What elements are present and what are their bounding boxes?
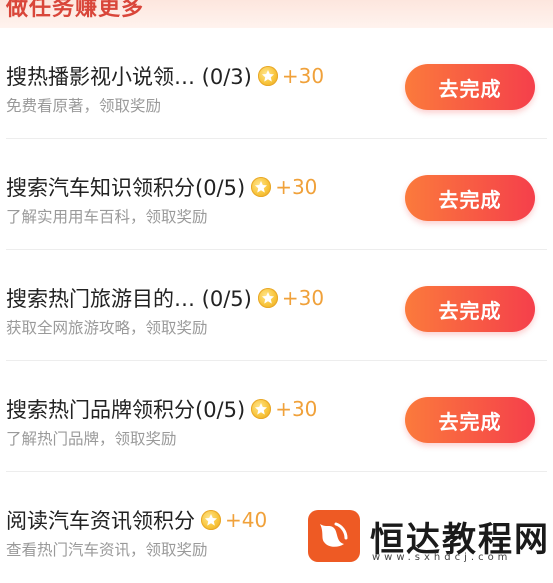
task-title: 搜索汽车知识领积分(0/5) xyxy=(6,176,246,200)
task-title-line: 搜索热门品牌领积分(0/5) +30 xyxy=(6,394,317,424)
go-complete-button[interactable]: 去完成 xyxy=(405,397,535,443)
task-title: 搜热播影视小说领… (0/3) xyxy=(6,65,252,89)
task-title-line: 搜热播影视小说领… (0/3) +30 xyxy=(6,61,324,91)
task-title: 搜索热门品牌领积分(0/5) xyxy=(6,398,246,422)
task-description: 查看热门汽车资讯，领取奖励 xyxy=(6,541,208,559)
go-complete-button[interactable]: 去完成 xyxy=(405,64,535,110)
task-title: 搜索热门旅游目的… (0/5) xyxy=(6,287,252,311)
reward-points: +30 xyxy=(275,175,318,199)
coin-icon xyxy=(257,288,278,308)
reward-points: +30 xyxy=(281,286,325,310)
task-description: 了解实用用车百科，领取奖励 xyxy=(6,208,208,226)
task-row: 搜热播影视小说领… (0/3) +30 免费看原著，领取奖励 去完成 xyxy=(0,28,553,139)
section-header: 做任务赚更多 xyxy=(0,0,553,28)
task-description: 了解热门品牌，领取奖励 xyxy=(6,430,177,448)
go-complete-button[interactable]: 去完成 xyxy=(405,175,535,221)
task-title-line: 搜索热门旅游目的… (0/5) +30 xyxy=(6,283,324,313)
watermark-url: www.sxhdcj.com xyxy=(372,552,512,563)
coin-icon xyxy=(257,66,278,86)
task-row: 搜索热门品牌领积分(0/5) +30 了解热门品牌，领取奖励 去完成 xyxy=(0,361,553,472)
task-list: 搜热播影视小说领… (0/3) +30 免费看原著，领取奖励 去完成 搜索汽车知… xyxy=(0,28,553,583)
reward-points: +40 xyxy=(225,508,268,532)
watermark: 恒达教程网 www.sxhdcj.com xyxy=(300,508,553,568)
task-row: 搜索汽车知识领积分(0/5) +30 了解实用用车百科，领取奖励 去完成 xyxy=(0,139,553,250)
go-complete-button[interactable]: 去完成 xyxy=(405,286,535,332)
fish-logo-icon xyxy=(308,510,360,562)
coin-icon xyxy=(251,399,272,419)
task-title: 阅读汽车资讯领积分 xyxy=(6,509,195,533)
reward-points: +30 xyxy=(275,397,318,421)
coin-icon xyxy=(251,177,272,197)
task-title-line: 阅读汽车资讯领积分 +40 xyxy=(6,505,267,535)
coin-icon xyxy=(201,510,221,530)
task-row: 搜索热门旅游目的… (0/5) +30 获取全网旅游攻略，领取奖励 去完成 xyxy=(0,250,553,361)
task-title-line: 搜索汽车知识领积分(0/5) +30 xyxy=(6,172,317,202)
section-title: 做任务赚更多 xyxy=(6,0,145,21)
reward-points: +30 xyxy=(281,64,325,88)
task-description: 获取全网旅游攻略，领取奖励 xyxy=(6,319,208,337)
task-description: 免费看原著，领取奖励 xyxy=(6,97,162,115)
